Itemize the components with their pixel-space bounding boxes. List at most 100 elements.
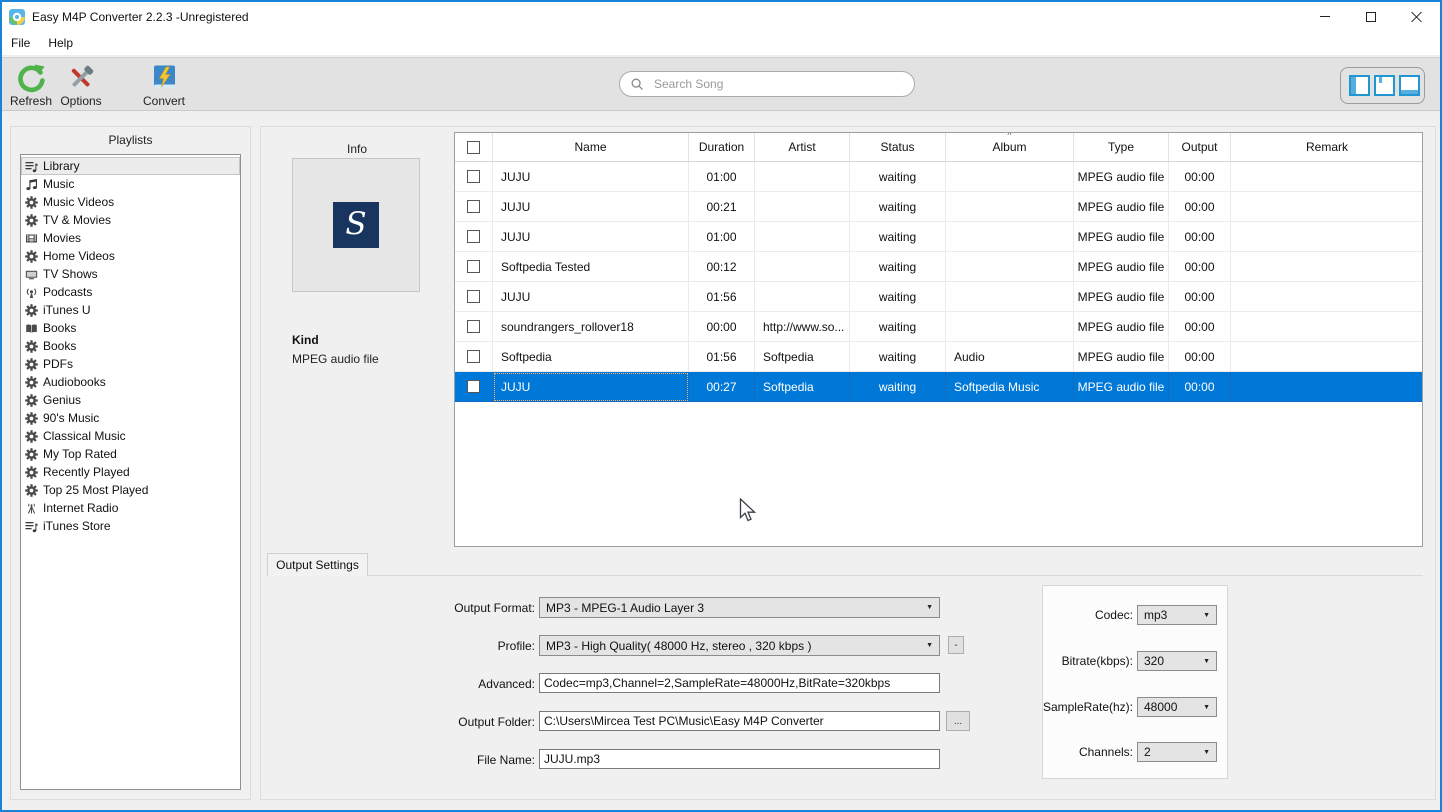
select-all-checkbox[interactable] (467, 141, 480, 154)
menu-file[interactable]: File (2, 31, 39, 55)
cell-artist: Softpedia (755, 372, 850, 402)
sidebar-item-books[interactable]: Books (21, 337, 240, 355)
profile-edit-button[interactable]: - (948, 636, 964, 654)
select-all-header-cell[interactable] (455, 133, 493, 162)
cell-type: MPEG audio file (1074, 342, 1169, 372)
advanced-input[interactable] (539, 673, 940, 693)
tab-output-settings[interactable]: Output Settings (267, 553, 368, 576)
sidebar-item-library[interactable]: Library (21, 157, 240, 175)
profile-dropdown[interactable]: MP3 - High Quality( 48000 Hz, stereo , 3… (539, 635, 940, 656)
table-row[interactable]: Softpedia Tested00:12waitingMPEG audio f… (455, 252, 1422, 282)
minimize-button[interactable] (1302, 2, 1348, 31)
sidebar-item-my-top-rated[interactable]: My Top Rated (21, 445, 240, 463)
sidebar-item-label: Classical Music (43, 429, 126, 443)
sidebar-item-90-s-music[interactable]: 90's Music (21, 409, 240, 427)
sidebar-item-label: Genius (43, 393, 81, 407)
samplerate-dropdown[interactable]: 48000▼ (1137, 697, 1217, 717)
row-checkbox[interactable] (467, 290, 480, 303)
sidebar-item-music-videos[interactable]: Music Videos (21, 193, 240, 211)
sidebar-item-label: TV Shows (43, 267, 98, 281)
column-header-duration[interactable]: Duration (689, 133, 755, 162)
bitrate-dropdown[interactable]: 320▼ (1137, 651, 1217, 671)
sidebar-item-label: Internet Radio (43, 501, 118, 515)
cell-status: waiting (850, 282, 946, 312)
column-header-name[interactable]: Name (493, 133, 689, 162)
column-header-album[interactable]: Album^ (946, 133, 1074, 162)
sidebar-item-itunes-store[interactable]: iTunes Store (21, 517, 240, 535)
cell-output: 00:00 (1169, 312, 1231, 342)
sidebar-item-home-videos[interactable]: Home Videos (21, 247, 240, 265)
chevron-down-icon: ▼ (926, 642, 933, 649)
table-body: JUJU01:00waitingMPEG audio file00:00JUJU… (455, 162, 1422, 402)
file-name-input[interactable] (539, 749, 940, 769)
table-row[interactable]: JUJU00:21waitingMPEG audio file00:00 (455, 192, 1422, 222)
sidebar-item-top-25-most-played[interactable]: Top 25 Most Played (21, 481, 240, 499)
sidebar-item-classical-music[interactable]: Classical Music (21, 427, 240, 445)
cell-name: JUJU (493, 192, 689, 222)
sidebar-item-internet-radio[interactable]: Internet Radio (21, 499, 240, 517)
sidebar-item-books[interactable]: Books (21, 319, 240, 337)
maximize-button[interactable] (1348, 2, 1394, 31)
row-checkbox[interactable] (467, 260, 480, 273)
sidebar-item-pdfs[interactable]: PDFs (21, 355, 240, 373)
options-button[interactable]: Options (56, 60, 106, 110)
close-button[interactable] (1394, 2, 1440, 31)
sidebar-item-music[interactable]: Music (21, 175, 240, 193)
column-header-artist[interactable]: Artist (755, 133, 850, 162)
row-checkbox[interactable] (467, 200, 480, 213)
channels-dropdown[interactable]: 2▼ (1137, 742, 1217, 762)
table-row[interactable]: JUJU01:56waitingMPEG audio file00:00 (455, 282, 1422, 312)
sidebar-item-tv-movies[interactable]: TV & Movies (21, 211, 240, 229)
output-folder-input[interactable] (539, 711, 940, 731)
album-artwork: S (292, 158, 420, 292)
column-header-remark[interactable]: Remark (1231, 133, 1423, 162)
info-title: Info (302, 142, 412, 156)
row-checkbox[interactable] (467, 350, 480, 363)
sidebar-item-genius[interactable]: Genius (21, 391, 240, 409)
table-row[interactable]: JUJU01:00waitingMPEG audio file00:00 (455, 222, 1422, 252)
codec-label: Codec: (1095, 608, 1133, 622)
layout-bottom-panel-icon[interactable] (1399, 75, 1420, 96)
cell-remark (1231, 162, 1423, 192)
sidebar-item-itunes-u[interactable]: iTunes U (21, 301, 240, 319)
options-icon (66, 63, 96, 93)
cell-remark (1231, 342, 1423, 372)
table-row[interactable]: JUJU00:27SoftpediawaitingSoftpedia Music… (455, 372, 1422, 402)
gear-icon (24, 250, 38, 263)
column-header-type[interactable]: Type (1074, 133, 1169, 162)
convert-button[interactable]: Convert (136, 60, 192, 110)
sidebar-item-tv-shows[interactable]: TV Shows (21, 265, 240, 283)
search-box[interactable] (619, 71, 915, 97)
table-row[interactable]: soundrangers_rollover1800:00http://www.s… (455, 312, 1422, 342)
row-checkbox[interactable] (467, 380, 480, 393)
cell-duration: 00:27 (689, 372, 755, 402)
column-header-label: Output (1181, 140, 1217, 154)
row-checkbox[interactable] (467, 320, 480, 333)
advanced-label: Advanced: (365, 677, 535, 691)
sidebar-item-recently-played[interactable]: Recently Played (21, 463, 240, 481)
sort-ascending-icon: ^ (1007, 132, 1011, 140)
layout-top-panel-icon[interactable] (1374, 75, 1395, 96)
sidebar-item-audiobooks[interactable]: Audiobooks (21, 373, 240, 391)
menu-help[interactable]: Help (39, 31, 82, 55)
column-header-status[interactable]: Status (850, 133, 946, 162)
sidebar-item-label: 90's Music (43, 411, 99, 425)
table-row[interactable]: JUJU01:00waitingMPEG audio file00:00 (455, 162, 1422, 192)
browse-folder-button[interactable]: ... (946, 711, 970, 731)
refresh-button[interactable]: Refresh (6, 60, 56, 110)
codec-dropdown[interactable]: mp3▼ (1137, 605, 1217, 625)
output-format-dropdown[interactable]: MP3 - MPEG-1 Audio Layer 3 ▼ (539, 597, 940, 618)
sidebar-item-label: Recently Played (43, 465, 130, 479)
layout-left-panel-icon[interactable] (1349, 75, 1370, 96)
sidebar-item-movies[interactable]: Movies (21, 229, 240, 247)
row-checkbox[interactable] (467, 170, 480, 183)
table-row[interactable]: Softpedia01:56SoftpediawaitingAudioMPEG … (455, 342, 1422, 372)
row-checkbox[interactable] (467, 230, 480, 243)
column-header-output[interactable]: Output (1169, 133, 1231, 162)
row-select-cell (455, 342, 493, 372)
codec-field-samplerate: SampleRate(hz):48000▼ (1043, 697, 1217, 717)
output-format-value: MP3 - MPEG-1 Audio Layer 3 (546, 601, 922, 615)
search-input[interactable] (652, 76, 904, 92)
sidebar-item-label: TV & Movies (43, 213, 111, 227)
sidebar-item-podcasts[interactable]: Podcasts (21, 283, 240, 301)
